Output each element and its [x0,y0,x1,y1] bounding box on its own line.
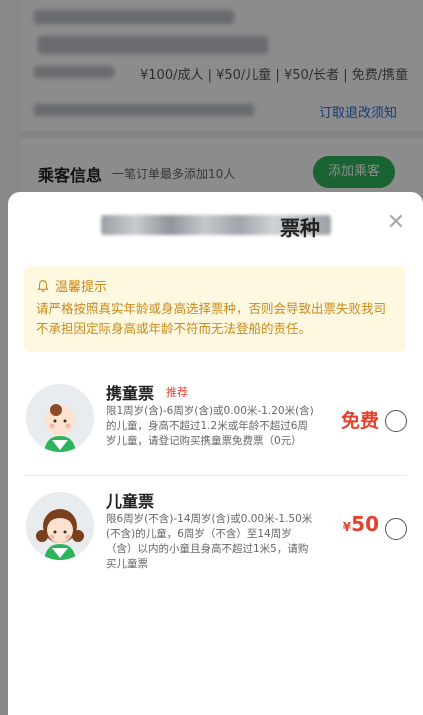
price-value: 50 [351,512,379,536]
ticket-name: 儿童票 [106,492,155,511]
select-radio-infant[interactable] [385,410,407,432]
ticket-description: 限1周岁(含)-6周岁(含)或0.00米-1.20米(含)的儿童，身高不超过1.… [106,405,314,447]
tip-text: 请严格按照真实年龄或身高选择票种，否则会导致出票失败我司不承担因定际身高或年龄不… [36,301,387,336]
close-icon[interactable]: ✕ [385,212,407,234]
ticket-price-free: 免费 [340,410,379,432]
girl-avatar-icon [26,492,94,560]
select-radio-child[interactable] [385,518,407,540]
recommend-tag: 推荐 [166,386,188,399]
ticket-description: 限6周岁(不含)-14周岁(含)或0.00米-1.50米(不含)的儿童，6周岁（… [106,513,313,570]
baby-avatar-icon [26,384,94,452]
warm-tip-box: 温馨提示 请严格按照真实年龄或身高选择票种，否则会导致出票失败我司不承担因定际身… [24,266,406,352]
tip-heading-text: 温馨提示 [55,280,108,295]
ticket-name: 携童票 [106,384,155,403]
tip-heading: 温馨提示 [36,276,394,295]
ticket-price: ¥50 [343,512,379,536]
ticket-type-sheet: 票种 ✕ 温馨提示 请严格按照真实年龄或身高选择票种，否则会导致出票失败我司不承… [8,192,423,715]
bell-icon [37,279,49,292]
currency-symbol: ¥ [342,520,352,534]
sheet-title: 票种 [8,212,423,240]
ticket-option-infant[interactable]: 携童票 推荐 限1周岁(含)-6周岁(含)或0.00米-1.20米(含)的儿童，… [24,380,407,476]
sheet-title-text: 票种 [280,216,320,240]
ticket-option-child[interactable]: 儿童票 限6周岁(不含)-14周岁(含)或0.00米-1.50米(不含)的儿童，… [24,488,407,584]
